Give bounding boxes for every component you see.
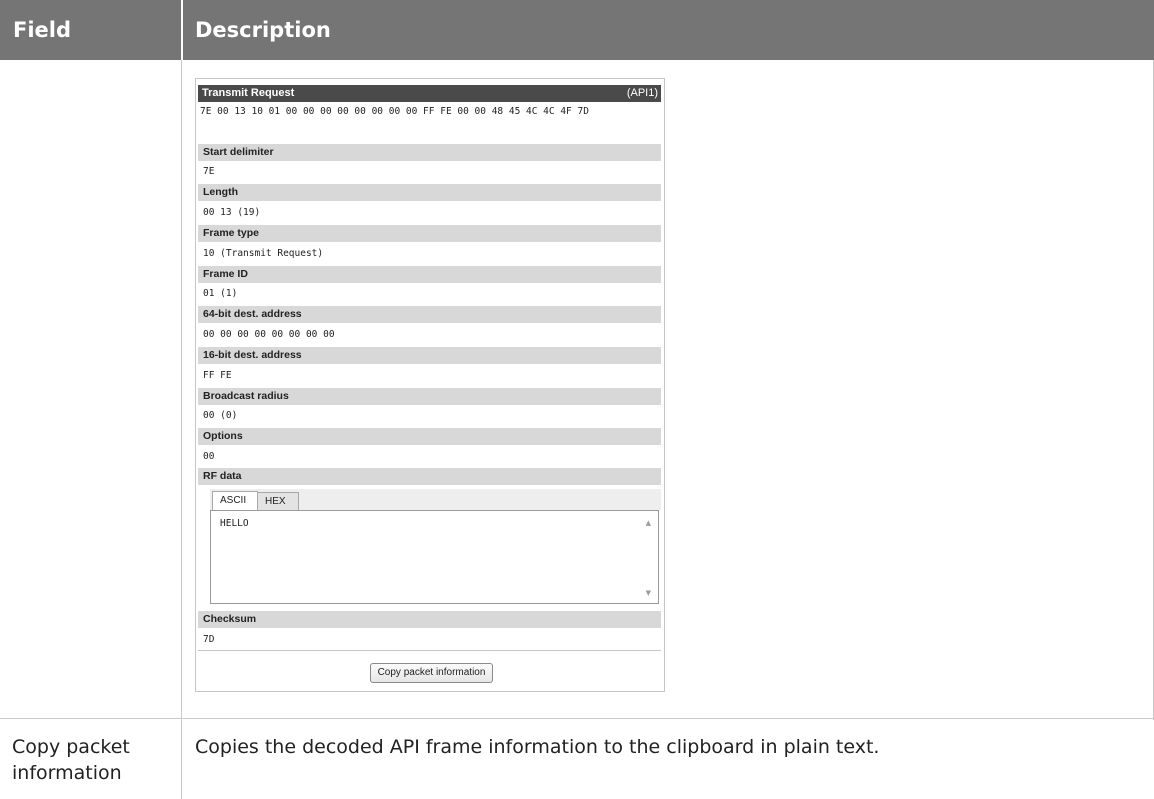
panel-title-bar: Transmit Request (API1) [198,85,661,102]
value-frame-type: 10 (Transmit Request) [203,248,324,259]
packet-info-panel: Transmit Request (API1) 7E 00 13 10 01 0… [195,78,665,692]
value-checksum: 7D [203,634,215,645]
header-divider [181,0,183,60]
row-divider [0,718,1154,719]
value-16bit-address: FF FE [203,370,232,381]
tab-ascii[interactable]: ASCII [212,491,258,511]
copy-packet-information-button[interactable]: Copy packet information [370,663,493,683]
value-64bit-address: 00 00 00 00 00 00 00 00 [203,329,335,340]
section-length: Length [198,184,661,201]
panel-api-mode: (API1) [626,87,658,99]
rf-data-textarea[interactable]: HELLO ▲ ▼ [210,510,659,604]
section-frame-type: Frame type [198,225,661,242]
section-checksum: Checksum [198,611,661,628]
header-field: Field [13,18,72,42]
section-rf-data: RF data [198,468,661,485]
section-16bit-address: 16-bit dest. address [198,347,661,364]
section-broadcast-radius: Broadcast radius [198,388,661,405]
table-header: Field Description [0,0,1154,60]
tab-hex[interactable]: HEX [257,492,299,511]
section-frame-id: Frame ID [198,266,661,283]
column-divider [181,60,182,799]
section-64bit-address: 64-bit dest. address [198,306,661,323]
raw-hex-frame: 7E 00 13 10 01 00 00 00 00 00 00 00 00 F… [200,106,589,117]
section-start-delimiter: Start delimiter [198,144,661,161]
value-length: 00 13 (19) [203,207,261,218]
rf-data-text: HELLO [220,518,249,529]
panel-title: Transmit Request [202,87,295,99]
section-options: Options [198,428,661,445]
header-description: Description [195,18,331,42]
panel-divider [198,650,661,651]
value-start-delimiter: 7E [203,166,215,177]
row-field-copy-packet-information: Copy packet information [12,736,130,784]
scroll-down-arrow-icon[interactable]: ▼ [646,589,651,597]
row-description-copy-packet-information: Copies the decoded API frame information… [195,736,880,758]
scroll-up-arrow-icon[interactable]: ▲ [646,519,651,527]
value-broadcast-radius: 00 (0) [203,410,238,421]
value-options: 00 [203,451,215,462]
value-frame-id: 01 (1) [203,288,238,299]
